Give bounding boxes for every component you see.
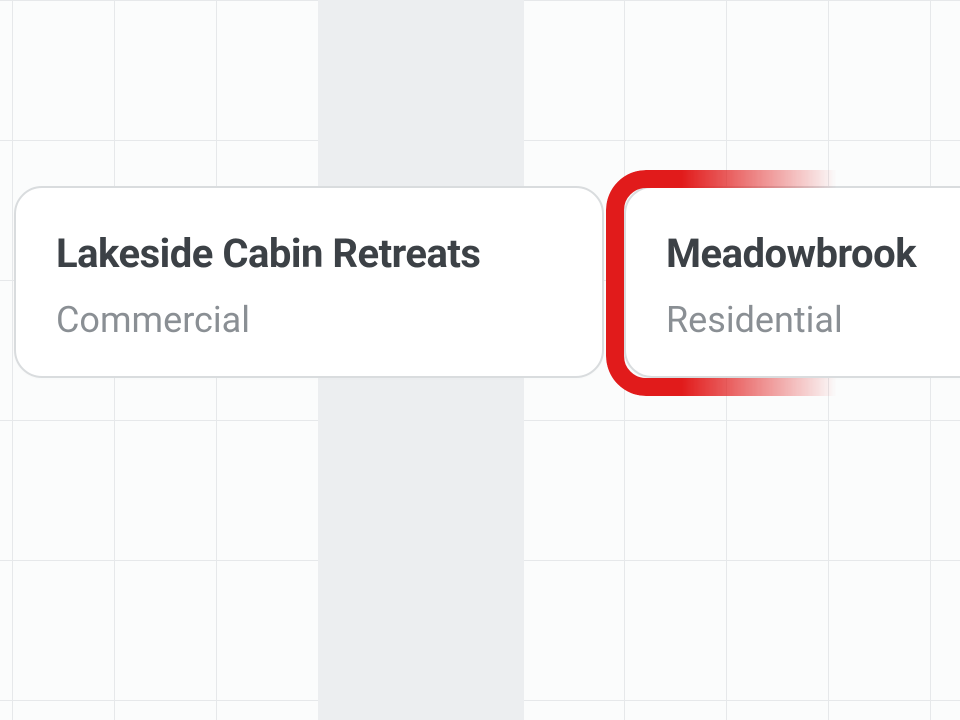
project-card-title: Meadowbrook — [666, 230, 960, 277]
project-card-category: Commercial — [56, 299, 562, 341]
project-card-title: Lakeside Cabin Retreats — [56, 230, 562, 277]
project-card-category: Residential — [666, 299, 960, 341]
project-card-lakeside[interactable]: Lakeside Cabin Retreats Commercial — [14, 186, 604, 378]
project-card-meadowbrook[interactable]: Meadowbrook Residential — [624, 186, 960, 378]
